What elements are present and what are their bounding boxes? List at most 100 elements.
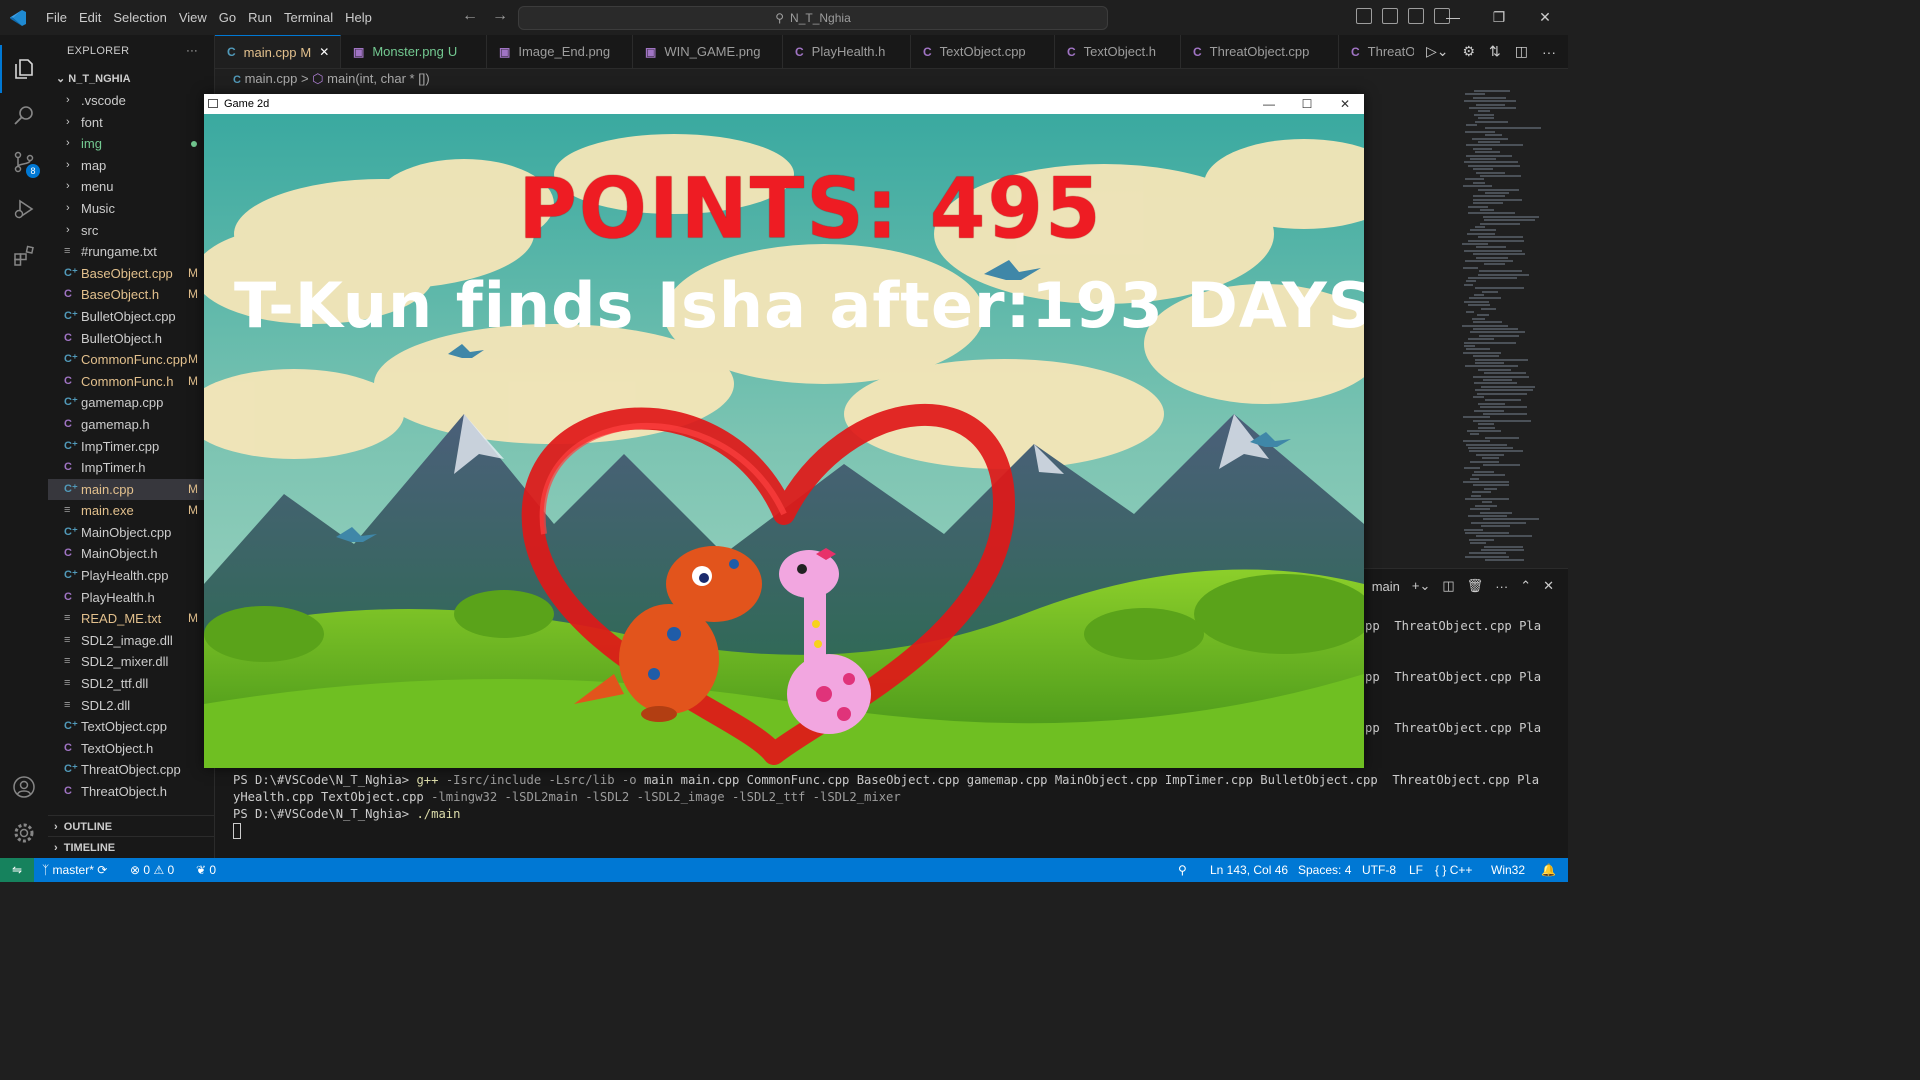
file-item[interactable]: ≡ SDL2_ttf.dll [48, 673, 214, 695]
folder-item[interactable]: › map [48, 155, 214, 177]
game-minimize-icon[interactable]: — [1250, 94, 1288, 114]
file-item[interactable]: C MainObject.h [48, 543, 214, 565]
toggle-panel-icon[interactable] [1382, 8, 1398, 24]
toggle-secondary-sidebar-icon[interactable] [1408, 8, 1424, 24]
game-maximize-icon[interactable]: ☐ [1288, 94, 1326, 114]
folder-item[interactable]: › font [48, 112, 214, 134]
back-arrow-icon[interactable]: ← [462, 7, 478, 25]
file-item[interactable]: C⁺ PlayHealth.cpp [48, 565, 214, 587]
file-item[interactable]: C TextObject.h [48, 738, 214, 760]
folder-item[interactable]: › img [48, 133, 214, 155]
menu-item-selection[interactable]: Selection [107, 10, 172, 25]
file-item[interactable]: ≡ READ_ME.txt M [48, 608, 214, 630]
editor-tab[interactable]: C PlayHealth.h [783, 35, 911, 68]
kill-terminal-icon[interactable]: 🗑 [1467, 578, 1484, 594]
file-item[interactable]: C⁺ MainObject.cpp [48, 522, 214, 544]
menu-item-go[interactable]: Go [213, 10, 242, 25]
workspace-root[interactable]: ⌄ N_T_NGHIA [48, 68, 214, 90]
game-window-titlebar[interactable]: Game 2d — ☐ ✕ [204, 94, 1364, 114]
game-close-icon[interactable]: ✕ [1326, 94, 1364, 114]
file-item[interactable]: C⁺ ThreatObject.cpp [48, 759, 214, 781]
file-item[interactable]: C⁺ CommonFunc.cpp M [48, 349, 214, 371]
menu-item-run[interactable]: Run [242, 10, 278, 25]
close-window-icon[interactable]: ✕ [1522, 0, 1568, 35]
file-item[interactable]: C⁺ ImpTimer.cpp [48, 436, 214, 458]
restore-icon[interactable]: ❐ [1476, 0, 1522, 35]
cursor-position[interactable]: Ln 143, Col 46 [1210, 858, 1288, 882]
editor-tab[interactable]: C TextObject.cpp [911, 35, 1055, 68]
timeline-section[interactable]: › TIMELINE [48, 836, 214, 858]
run-debug-icon[interactable] [12, 197, 36, 221]
outline-section[interactable]: › OUTLINE [48, 815, 214, 837]
file-item[interactable]: Cgamemap.h [48, 414, 214, 436]
file-item[interactable]: C⁺ BulletObject.cpp [48, 306, 214, 328]
accounts-icon[interactable] [12, 775, 36, 799]
more-actions-icon[interactable]: ··· [186, 35, 198, 68]
breadcrumb-file[interactable]: main.cpp [245, 71, 298, 86]
sync-icon[interactable]: ⟳ [97, 863, 107, 877]
terminal-instance-label[interactable]: main [1372, 579, 1400, 594]
file-item[interactable]: C BaseObject.h M [48, 284, 214, 306]
file-item[interactable]: C⁺ TextObject.cpp [48, 716, 214, 738]
manage-gear-icon[interactable] [12, 821, 36, 845]
forward-arrow-icon[interactable]: → [492, 7, 508, 25]
editor-tab[interactable]: Cmain.cpp M ✕ [215, 35, 341, 68]
file-item[interactable]: ≡ SDL2_image.dll [48, 630, 214, 652]
remote-indicator-icon[interactable]: ⇋ [0, 858, 34, 882]
menu-item-help[interactable]: Help [339, 10, 378, 25]
ports-indicator[interactable]: ❦ 0 [196, 858, 216, 882]
extensions-icon[interactable] [12, 244, 36, 268]
file-item[interactable]: C BulletObject.h [48, 328, 214, 350]
folder-item[interactable]: › .vscode [48, 90, 214, 112]
file-item[interactable]: C⁺ gamemap.cpp [48, 392, 214, 414]
file-item[interactable]: ≡ SDL2.dll [48, 695, 214, 717]
command-center[interactable]: ⚲ N_T_Nghia [518, 6, 1108, 30]
breadcrumb-symbol[interactable]: main(int, char * []) [327, 71, 430, 86]
folder-item[interactable]: › menu [48, 176, 214, 198]
file-item[interactable]: C CommonFunc.h M [48, 371, 214, 393]
source-control-icon[interactable]: 8 [12, 150, 40, 178]
editor-tab[interactable]: ▣ WIN_GAME.png [633, 35, 783, 68]
split-terminal-icon[interactable]: ◫ [1442, 578, 1454, 594]
minimap[interactable] [1458, 90, 1558, 568]
new-terminal-icon[interactable]: +⌄ [1412, 578, 1430, 594]
file-item[interactable]: C PlayHealth.h [48, 587, 214, 609]
file-item[interactable]: ≡ main.exe M [48, 500, 214, 522]
indentation[interactable]: Spaces: 4 [1298, 858, 1351, 882]
encoding[interactable]: UTF-8 [1362, 858, 1396, 882]
game-canvas[interactable]: POINTS: 495 T-Kun finds Isha after:193 D… [204, 114, 1364, 768]
terminal-cursor[interactable] [233, 823, 241, 839]
file-item[interactable]: C⁺ main.cpp M [48, 478, 214, 501]
search-view-icon[interactable] [12, 103, 36, 127]
language-mode[interactable]: { } C++ [1435, 858, 1472, 882]
problems-indicator[interactable]: ⊗ 0 ⚠ 0 [130, 858, 174, 882]
menu-item-terminal[interactable]: Terminal [278, 10, 339, 25]
close-panel-icon[interactable]: ✕ [1543, 578, 1554, 594]
folder-item[interactable]: › src [48, 220, 214, 242]
toggle-primary-sidebar-icon[interactable] [1356, 8, 1372, 24]
editor-tab[interactable]: C ThreatObject.cpp [1181, 35, 1339, 68]
file-item[interactable]: C⁺ BaseObject.cpp M [48, 263, 214, 285]
minimize-icon[interactable]: — [1430, 0, 1476, 35]
close-tab-icon[interactable]: ✕ [319, 45, 329, 59]
more-panel-icon[interactable]: ··· [1495, 579, 1508, 594]
branch-indicator[interactable]: ᛉ master* ⟳ [42, 858, 107, 882]
folder-item[interactable]: › Music [48, 198, 214, 220]
notifications-bell-icon[interactable]: 🔔 [1541, 858, 1556, 882]
file-item[interactable]: ≡ SDL2_mixer.dll [48, 651, 214, 673]
maximize-panel-icon[interactable]: ⌃ [1520, 578, 1531, 594]
editor-tab[interactable]: C TextObject.h [1055, 35, 1181, 68]
file-item[interactable]: C ThreatObject.h [48, 781, 214, 803]
run-file-icon[interactable]: ▷⌄ [1426, 43, 1449, 60]
file-item[interactable]: ≡ #rungame.txt [48, 241, 214, 263]
settings-gear-icon[interactable]: ⚙ [1462, 43, 1475, 60]
menu-item-file[interactable]: File [40, 10, 73, 25]
more-tab-actions-icon[interactable]: ··· [1542, 44, 1556, 60]
file-item[interactable]: C ImpTimer.h [48, 457, 214, 479]
compare-icon[interactable]: ⇅ [1489, 43, 1501, 60]
eol[interactable]: LF [1409, 858, 1423, 882]
editor-tab[interactable]: ▣ Image_End.png [487, 35, 633, 68]
menu-item-view[interactable]: View [173, 10, 213, 25]
split-editor-icon[interactable]: ◫ [1515, 43, 1528, 60]
zoom-icon[interactable]: ⚲ [1178, 858, 1187, 882]
